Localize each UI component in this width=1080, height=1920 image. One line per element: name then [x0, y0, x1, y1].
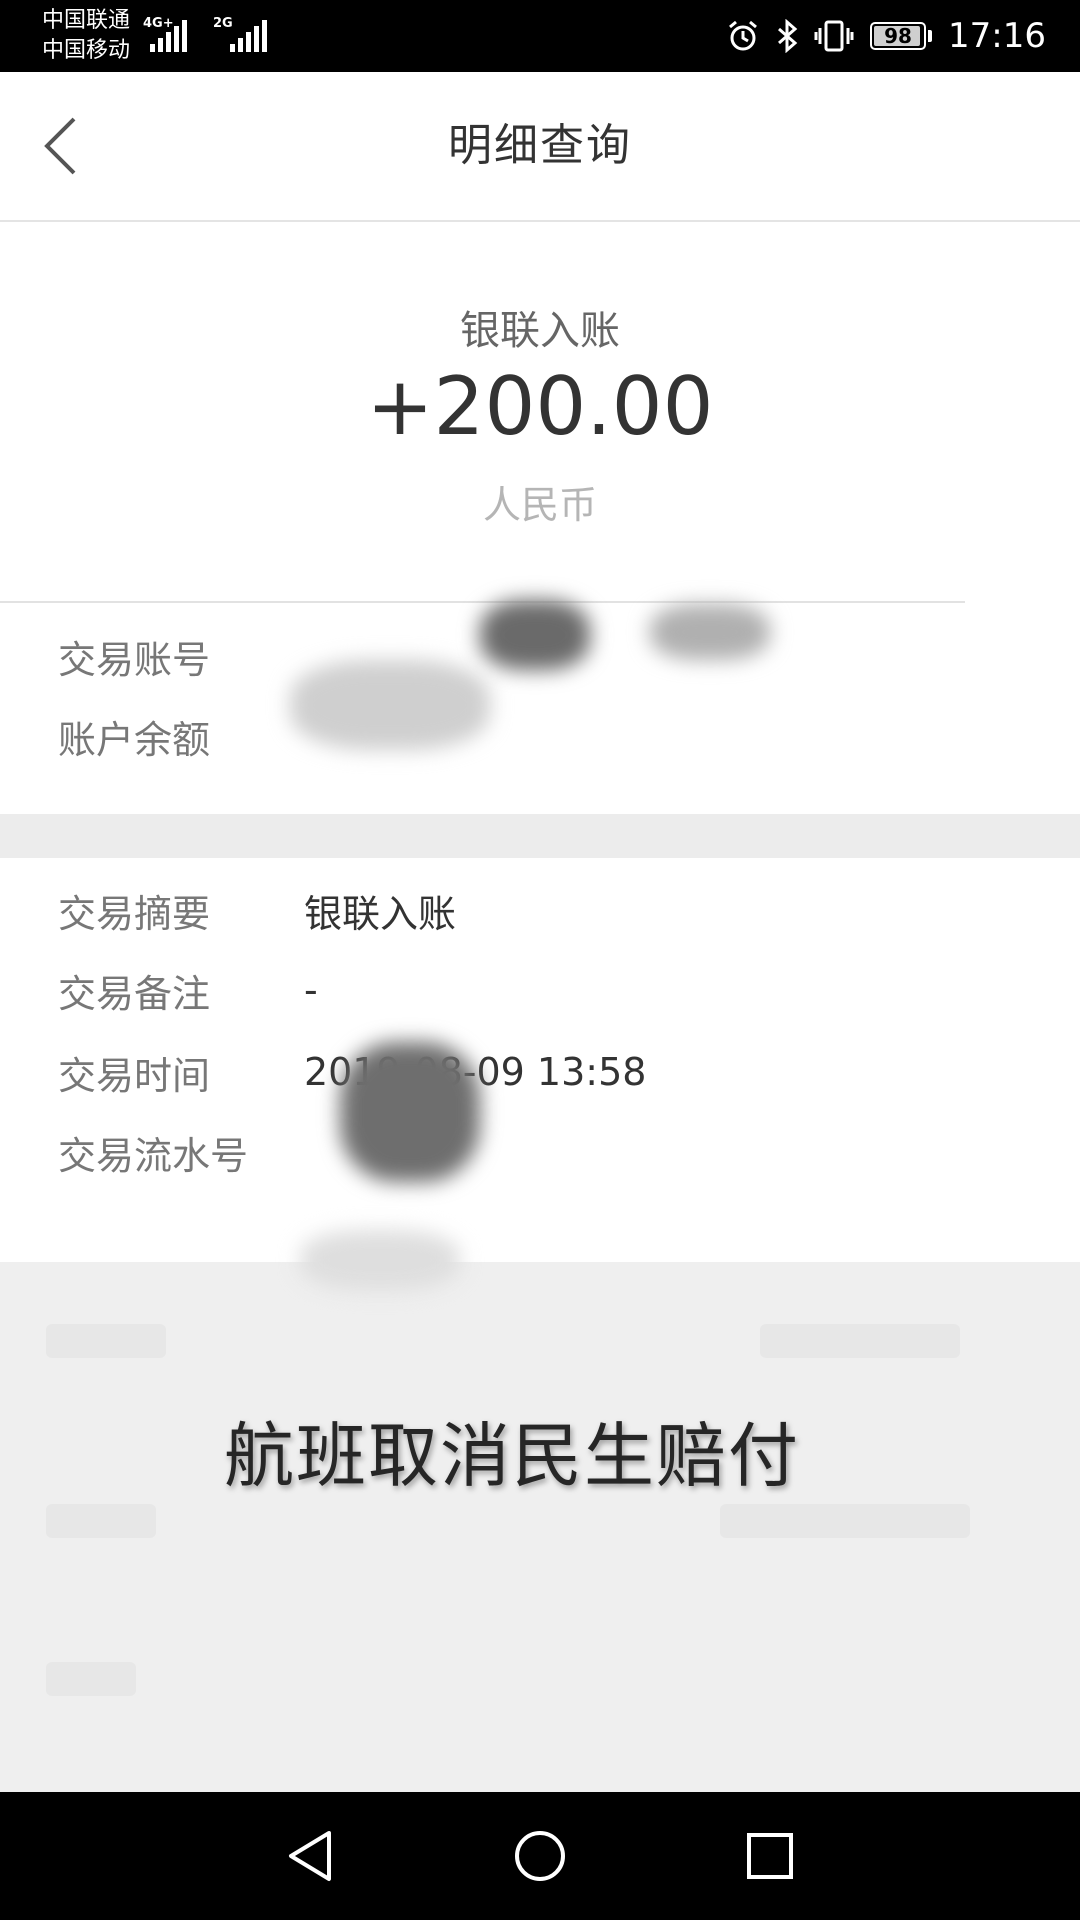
- balance-label: 账户余额: [58, 717, 211, 762]
- bluetooth-icon: [778, 19, 798, 53]
- balance-row: 账户余额: [58, 706, 304, 766]
- navigation-bar: [0, 1792, 1080, 1920]
- transaction-type: 银联入账: [460, 308, 620, 354]
- summary-label: 交易摘要: [58, 891, 211, 936]
- carrier-1: 中国联通: [42, 8, 131, 33]
- redaction-smudge: [300, 1230, 460, 1290]
- battery-icon: 98: [870, 22, 933, 50]
- vibrate-icon: [814, 20, 854, 52]
- header: 明细查询: [0, 72, 1080, 222]
- circle-home-icon: [515, 1831, 565, 1881]
- battery-level: 98: [884, 24, 912, 48]
- remark-row: 交易备注 -: [58, 960, 318, 1020]
- summary-value: 银联入账: [304, 891, 457, 936]
- alarm-icon: [729, 20, 757, 51]
- page-title: 明细查询: [448, 120, 632, 171]
- triangle-back-icon: [289, 1831, 331, 1881]
- overlay-caption: 航班取消民生赔付: [224, 1415, 800, 1497]
- status-bar: 中国联通 中国移动 4G+ 2G 98 17:16: [0, 0, 1080, 72]
- clock: 17:16: [948, 16, 1046, 56]
- status-icons: 98 17:16: [726, 14, 1046, 58]
- transaction-amount: +200.00: [366, 360, 714, 453]
- time-label: 交易时间: [58, 1053, 211, 1098]
- nav-recents-button[interactable]: [738, 1824, 802, 1888]
- serial-row: 交易流水号: [58, 1122, 304, 1182]
- section-separator: [0, 814, 1080, 858]
- transaction-summary: 银联入账 +200.00 人民币: [0, 222, 1080, 602]
- divider: [0, 601, 965, 603]
- signal-1-icon: [150, 20, 187, 52]
- currency: 人民币: [482, 483, 597, 527]
- summary-row: 交易摘要 银联入账: [58, 880, 456, 940]
- remark-value: -: [304, 968, 318, 1012]
- redaction-smudge: [480, 600, 590, 670]
- faded-background-section: [0, 1262, 1080, 1792]
- redaction-smudge: [650, 604, 770, 660]
- carrier-2: 中国移动: [42, 38, 131, 63]
- redaction-smudge: [290, 660, 490, 750]
- nav-back-button[interactable]: [278, 1824, 342, 1888]
- account-number-label: 交易账号: [58, 637, 211, 682]
- square-recents-icon: [747, 1833, 793, 1879]
- remark-label: 交易备注: [58, 971, 211, 1016]
- account-number-row: 交易账号: [58, 626, 304, 686]
- nav-home-button[interactable]: [508, 1824, 572, 1888]
- carrier-info: 中国联通 中国移动: [42, 6, 130, 66]
- redaction-smudge: [340, 1042, 480, 1182]
- serial-label: 交易流水号: [58, 1133, 249, 1178]
- signal-2-icon: [230, 20, 267, 52]
